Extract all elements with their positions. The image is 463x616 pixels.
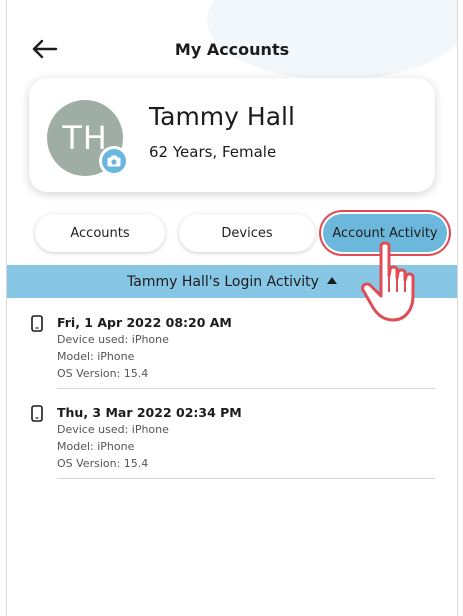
activity-device: Device used: iPhone <box>57 333 169 346</box>
app-screen: My Accounts TH Tammy Hall 62 Years, Fema… <box>6 0 458 616</box>
activity-datetime: Fri, 1 Apr 2022 08:20 AM <box>57 315 232 330</box>
section-title: Tammy Hall's Login Activity <box>127 273 319 290</box>
activity-model: Model: iPhone <box>57 350 135 363</box>
divider <box>57 478 435 479</box>
tab-label: Accounts <box>70 225 130 241</box>
activity-model: Model: iPhone <box>57 440 135 453</box>
tab-label: Account Activity <box>332 225 438 241</box>
phone-icon <box>31 315 43 332</box>
tab-devices[interactable]: Devices <box>179 214 315 252</box>
hand-pointer-icon <box>361 241 415 322</box>
profile-card: TH Tammy Hall 62 Years, Female <box>29 78 435 192</box>
user-name: Tammy Hall <box>149 102 295 131</box>
camera-icon <box>107 155 121 167</box>
activity-item: Thu, 3 Mar 2022 02:34 PM Device used: iP… <box>27 402 435 482</box>
change-photo-button[interactable] <box>99 146 129 176</box>
activity-os: OS Version: 15.4 <box>57 367 149 380</box>
tab-label: Devices <box>221 225 273 241</box>
header: My Accounts <box>7 30 457 70</box>
activity-os: OS Version: 15.4 <box>57 457 149 470</box>
phone-icon <box>31 405 43 422</box>
page-title: My Accounts <box>174 40 290 59</box>
caret-up-icon <box>326 277 337 284</box>
activity-device: Device used: iPhone <box>57 423 169 436</box>
tab-accounts[interactable]: Accounts <box>35 214 165 252</box>
user-age-gender: 62 Years, Female <box>149 143 277 161</box>
divider <box>57 388 435 389</box>
activity-datetime: Thu, 3 Mar 2022 02:34 PM <box>57 405 242 420</box>
